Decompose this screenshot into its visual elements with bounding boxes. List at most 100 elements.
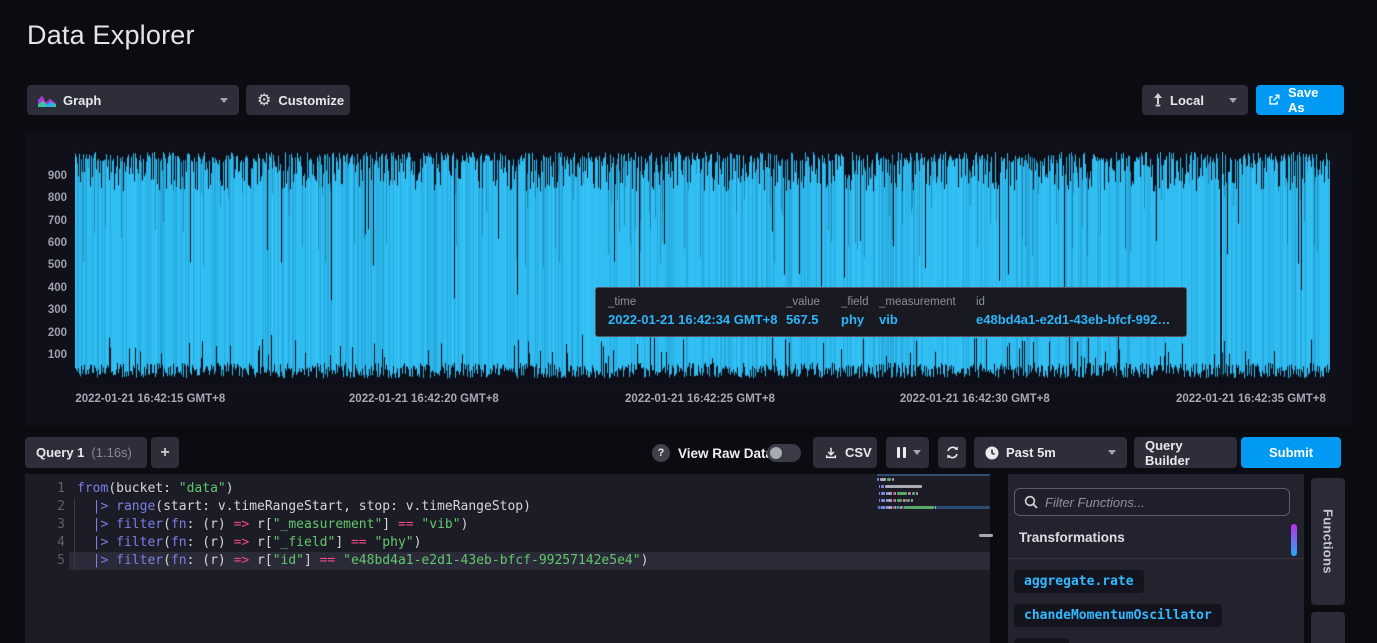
customize-label: Customize: [278, 93, 344, 108]
x-axis-tick: 2022-01-21 16:42:35 GMT+8: [1176, 393, 1326, 405]
chevron-down-icon: [1229, 98, 1237, 103]
pause-icon: [897, 447, 906, 458]
view-type-label: Graph: [63, 93, 101, 108]
minimap-line: [877, 506, 990, 509]
y-axis-tick: 600: [29, 237, 67, 249]
function-item[interactable]: chandeMomentumOscillator: [1014, 604, 1222, 627]
panel-scrollbar[interactable]: [1291, 524, 1297, 556]
search-icon: [1024, 495, 1038, 509]
x-axis-tick: 2022-01-21 16:42:30 GMT+8: [900, 393, 1050, 405]
function-item[interactable]: aggregate.rate: [1014, 570, 1144, 593]
hover-tooltip: _time 2022-01-21 16:42:34 GMT+8_value 567.…: [595, 287, 1187, 337]
download-icon: [824, 446, 838, 460]
time-series-chart: [75, 150, 1330, 385]
y-axis-tick: 900: [29, 170, 67, 182]
line-number: 1: [25, 480, 65, 498]
chevron-down-icon: [220, 98, 228, 103]
tooltip-header: _field: [841, 296, 879, 308]
view-type-dropdown[interactable]: Graph: [27, 85, 239, 115]
tab-collapsed-secondary[interactable]: [1311, 612, 1345, 643]
line-text: from(bucket: "data"): [77, 480, 234, 498]
local-label: Local: [1170, 93, 1204, 108]
minimap-slider: [877, 474, 990, 476]
toggle-knob: [770, 447, 782, 459]
tooltip-value: vib: [879, 312, 976, 327]
minimap-line: [877, 478, 990, 481]
local-dropdown[interactable]: Local: [1142, 85, 1248, 115]
y-axis-tick: 800: [29, 192, 67, 204]
y-axis-tick: 400: [29, 282, 67, 294]
search-input[interactable]: [1045, 495, 1280, 510]
chart-panel: 100 200 300 400 500 600 700 800 900 2022-01-21 1…: [25, 131, 1352, 425]
refresh-button[interactable]: [938, 437, 966, 468]
code-line[interactable]: 3 |> filter(fn: (r) => r["_measurement"]…: [25, 516, 990, 534]
code-line[interactable]: 5 |> filter(fn: (r) => r["id"] == "e48bd…: [25, 552, 990, 570]
code-line[interactable]: 4 |> filter(fn: (r) => r["_field"] == "p…: [25, 534, 990, 552]
tooltip-column-field: _fieldphy: [841, 296, 879, 330]
functions-tab-label: Functions: [1321, 509, 1336, 574]
time-range-label: Past 5m: [1006, 445, 1056, 460]
divider: [1008, 558, 1304, 559]
tooltip-value: 2022-01-21 16:42:34 GMT+8: [608, 312, 786, 327]
editor-minimap[interactable]: [877, 478, 990, 538]
tooltip-value: e48bd4a1-e2d1-43eb-bfcf-992…: [976, 312, 1174, 327]
help-icon[interactable]: ?: [652, 444, 670, 462]
x-axis-tick: 2022-01-21 16:42:25 GMT+8: [625, 393, 775, 405]
function-item[interactable]: [1014, 638, 1069, 643]
line-text: |> range(start: v.timeRangeStart, stop: …: [77, 498, 531, 516]
code-line[interactable]: 2 |> range(start: v.timeRangeStart, stop…: [25, 498, 990, 516]
add-query-button[interactable]: +: [151, 437, 179, 468]
query-builder-button[interactable]: Query Builder: [1134, 437, 1237, 468]
y-axis-tick: 500: [29, 259, 67, 271]
tooltip-header: id: [976, 296, 1174, 308]
tab-functions[interactable]: Functions: [1311, 478, 1345, 605]
line-number: 4: [25, 534, 65, 552]
tooltip-column-value: _value 567.5: [786, 296, 841, 330]
section-header-transformations: Transformations: [1019, 530, 1125, 545]
tooltip-value: 567.5: [786, 312, 841, 327]
tooltip-header: _value: [786, 296, 841, 308]
y-axis-tick: 300: [29, 304, 67, 316]
tooltip-column-time: _time 2022-01-21 16:42:34 GMT+8: [608, 296, 786, 330]
data-explorer-page: Data Explorer Graph ⚙ Customize Local: [0, 0, 1377, 643]
csv-download-button[interactable]: CSV: [813, 437, 877, 468]
y-axis-tick: 100: [29, 349, 67, 361]
line-text: |> filter(fn: (r) => r["_measurement"] =…: [77, 516, 468, 534]
tooltip-column-id: id e48bd4a1-e2d1-43eb-bfcf-992…: [976, 296, 1174, 330]
tooltip-column-measurement: _measurementvib: [879, 296, 976, 330]
export-icon: [1267, 93, 1281, 107]
chart-plot-area[interactable]: [75, 150, 1330, 385]
query-tab-name: Query 1: [36, 445, 84, 460]
submit-button[interactable]: Submit: [1241, 437, 1341, 468]
customize-button[interactable]: ⚙ Customize: [246, 85, 350, 115]
chevron-down-icon: [913, 450, 921, 455]
time-range-dropdown[interactable]: Past 5m: [974, 437, 1127, 468]
line-number: 3: [25, 516, 65, 534]
query-tab[interactable]: Query 1 (1.16s): [25, 437, 147, 468]
page-title: Data Explorer: [27, 20, 195, 51]
hover-crosshair: [1220, 150, 1222, 385]
view-raw-data-toggle[interactable]: [767, 444, 801, 462]
flux-code-editor[interactable]: 1from(bucket: "data")2 |> range(start: v…: [25, 474, 990, 643]
x-axis-tick: 2022-01-21 16:42:15 GMT+8: [75, 393, 225, 405]
gear-icon: ⚙: [257, 92, 271, 108]
csv-label: CSV: [845, 445, 872, 460]
pause-button[interactable]: [886, 437, 929, 468]
line-number: 2: [25, 498, 65, 516]
filter-functions-search[interactable]: [1014, 488, 1290, 516]
tooltip-header: _measurement: [879, 296, 976, 308]
save-as-label: Save As: [1288, 85, 1333, 115]
x-axis-tick: 2022-01-21 16:42:20 GMT+8: [349, 393, 499, 405]
tooltip-value: phy: [841, 312, 879, 327]
query-tab-duration: (1.16s): [91, 445, 131, 460]
y-axis-tick: 200: [29, 327, 67, 339]
view-raw-data-label: View Raw Data: [678, 446, 773, 461]
splitter-handle[interactable]: [979, 534, 993, 537]
line-number: 5: [25, 552, 65, 570]
refresh-icon: [945, 445, 960, 460]
y-axis-tick: 700: [29, 215, 67, 227]
minimap-line: [877, 492, 990, 495]
code-line[interactable]: 1 from(bucket: "data"): [25, 480, 990, 498]
tooltip-header: _time: [608, 296, 786, 308]
save-as-button[interactable]: Save As: [1256, 85, 1344, 115]
